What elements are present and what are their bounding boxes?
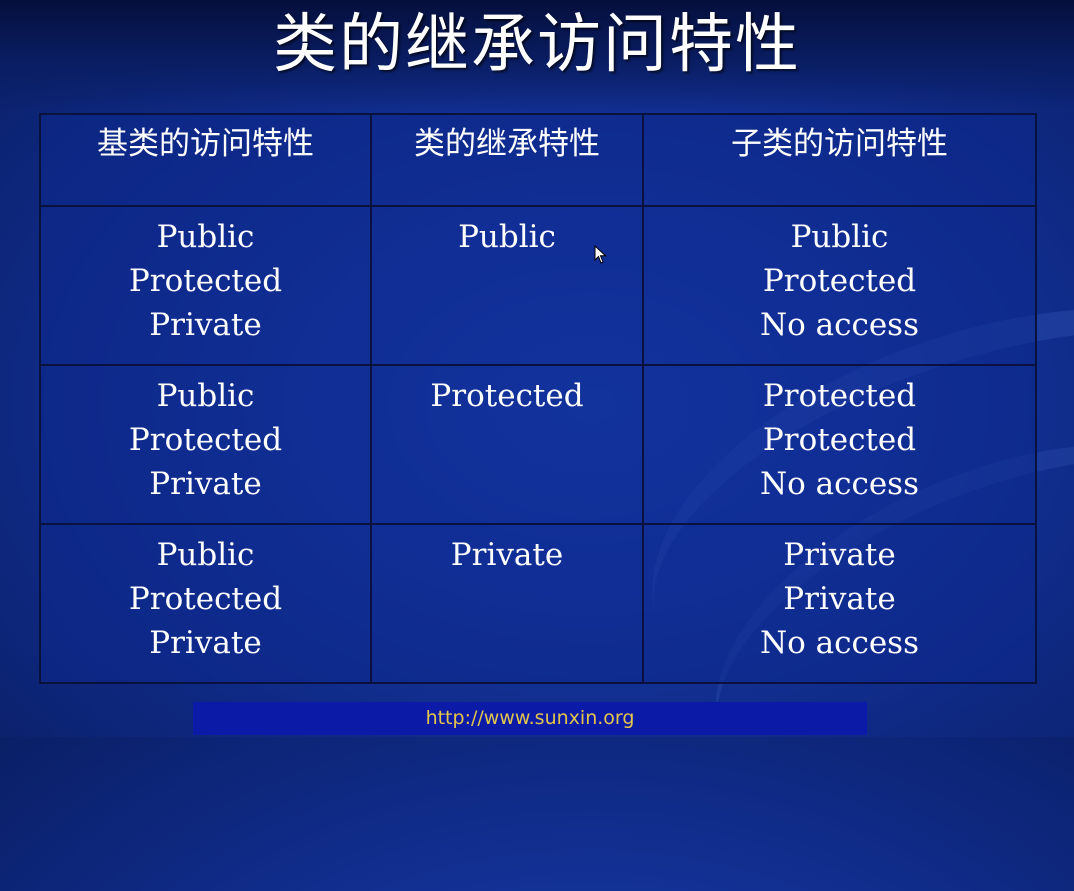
base-access-protected: Protected: [128, 422, 283, 458]
footer-url-bar: http://www.sunxin.org: [193, 702, 867, 735]
derived-access-cell: Protected Protected No access: [642, 364, 1037, 525]
derived-access-cell: Private Private No access: [642, 523, 1037, 684]
base-access-public: Public: [156, 378, 255, 414]
inheritance-access-table: 基类的访问特性 类的继承特性 子类的访问特性 Public Protected …: [39, 113, 1037, 684]
derived-access-from-public: Public: [790, 219, 889, 255]
table-row: Public Protected Private Private Private…: [39, 523, 1037, 684]
inheritance-mode-value: Private: [450, 537, 564, 573]
derived-access-from-protected: Protected: [762, 263, 917, 299]
base-access-protected: Protected: [128, 263, 283, 299]
mouse-pointer-icon: [594, 245, 607, 264]
inheritance-mode-cell: Protected: [370, 364, 644, 525]
derived-access-from-private: No access: [759, 466, 919, 502]
slide-title: 类的继承访问特性: [273, 8, 801, 82]
derived-access-from-private: No access: [759, 625, 919, 661]
derived-access-from-public: Private: [783, 537, 896, 573]
derived-access-cell: Public Protected No access: [642, 205, 1037, 366]
inheritance-mode-cell: Public: [370, 205, 644, 366]
header-inheritance-mode: 类的继承特性: [370, 113, 644, 207]
base-access-private: Private: [149, 466, 262, 502]
table-row: Public Protected Private Protected Prote…: [39, 364, 1037, 525]
base-access-private: Private: [149, 625, 262, 661]
derived-access-from-protected: Private: [783, 581, 896, 617]
base-access-private: Private: [149, 307, 262, 343]
derived-access-from-private: No access: [759, 307, 919, 343]
base-access-public: Public: [156, 537, 255, 573]
inheritance-mode-cell: Private: [370, 523, 644, 684]
table-row: Public Protected Private Public Public P…: [39, 205, 1037, 366]
base-access-public: Public: [156, 219, 255, 255]
header-base-access: 基类的访问特性: [39, 113, 372, 207]
derived-access-from-protected: Protected: [762, 422, 917, 458]
derived-access-from-public: Protected: [762, 378, 917, 414]
table-header-row: 基类的访问特性 类的继承特性 子类的访问特性: [39, 113, 1037, 207]
base-access-cell: Public Protected Private: [39, 364, 372, 525]
base-access-protected: Protected: [128, 581, 283, 617]
base-access-cell: Public Protected Private: [39, 523, 372, 684]
header-derived-access: 子类的访问特性: [642, 113, 1037, 207]
inheritance-mode-value: Protected: [430, 378, 584, 414]
footer-url-text: http://www.sunxin.org: [425, 707, 635, 729]
base-access-cell: Public Protected Private: [39, 205, 372, 366]
